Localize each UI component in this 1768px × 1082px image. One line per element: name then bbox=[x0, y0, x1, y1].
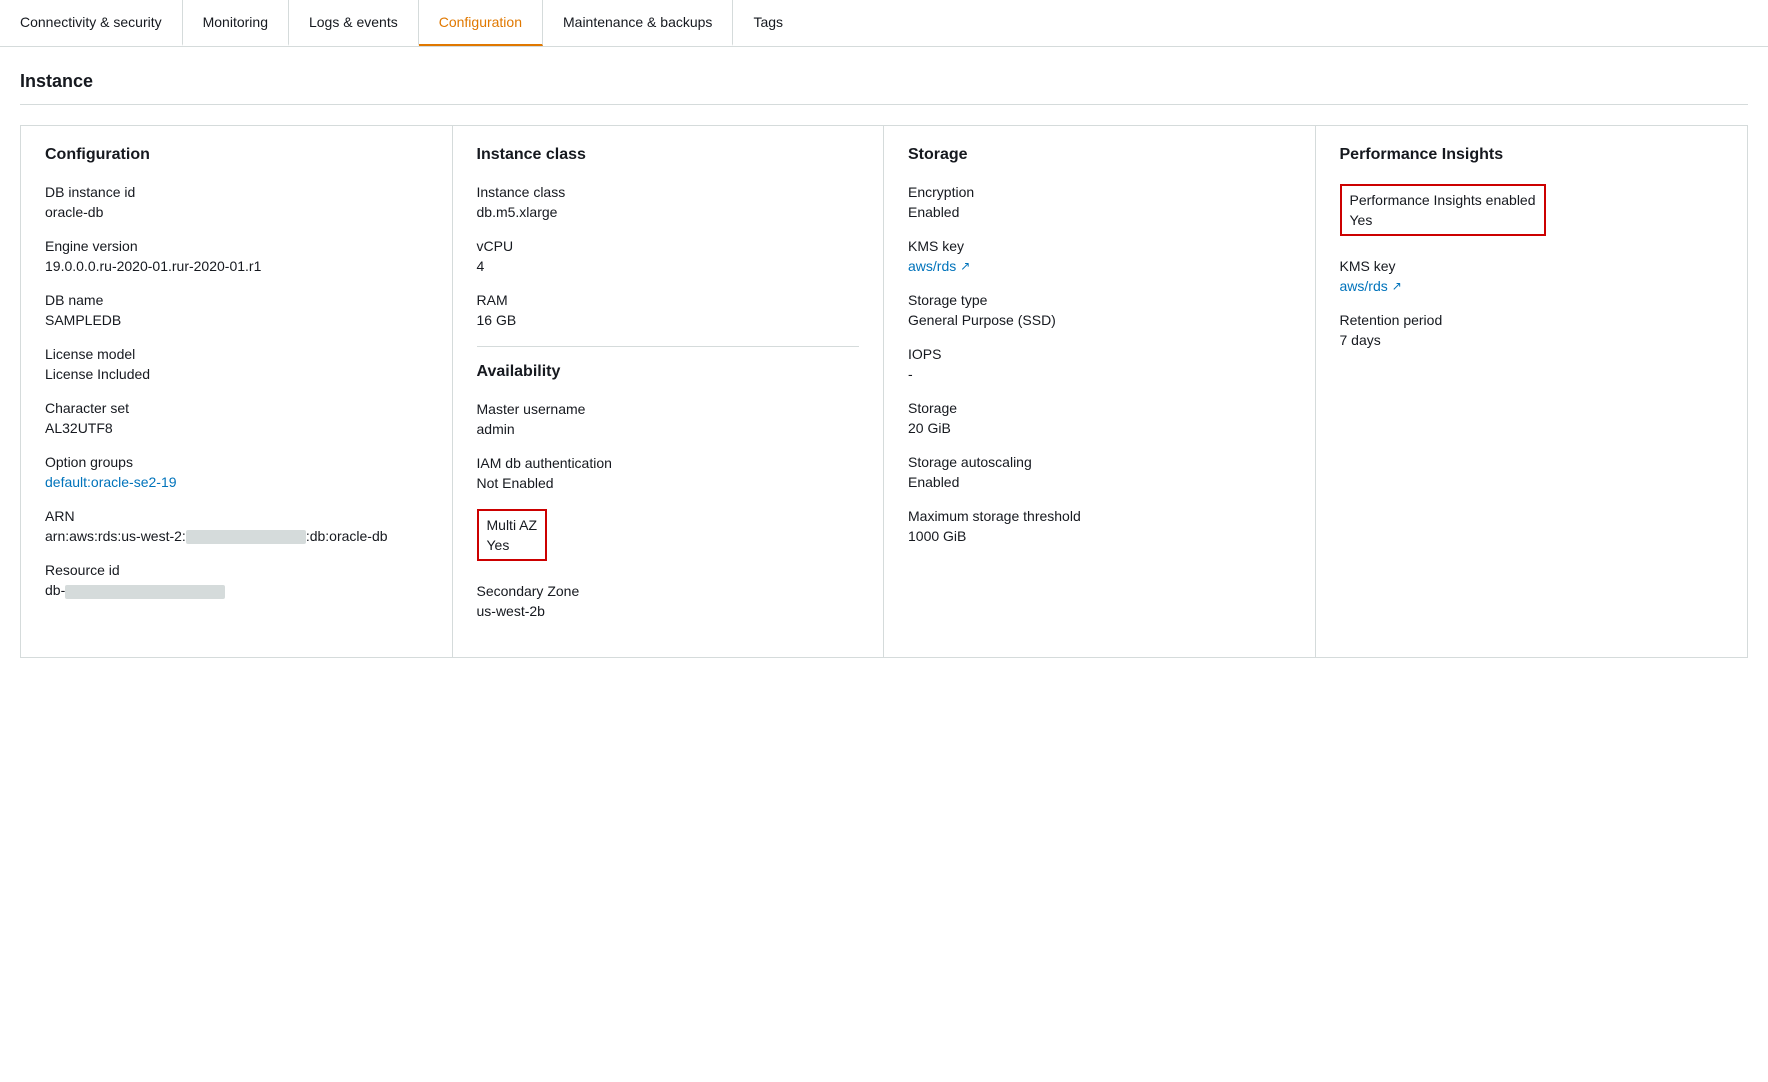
kms-key-storage-link[interactable]: aws/rds bbox=[908, 258, 956, 274]
option-groups-link[interactable]: default:oracle-se2-19 bbox=[45, 474, 177, 490]
external-link-icon-perf: ↗ bbox=[1392, 279, 1402, 293]
performance-col-title: Performance Insights bbox=[1340, 146, 1724, 164]
page-body: Instance Configuration DB instance id or… bbox=[0, 47, 1768, 682]
field-arn: ARN arn:aws:rds:us-west-2::db:oracle-db bbox=[45, 508, 428, 544]
tab-tags[interactable]: Tags bbox=[733, 0, 803, 46]
field-iops: IOPS - bbox=[908, 346, 1291, 382]
field-character-set: Character set AL32UTF8 bbox=[45, 400, 428, 436]
tab-connectivity[interactable]: Connectivity & security bbox=[0, 0, 183, 46]
field-engine-version: Engine version 19.0.0.0.ru-2020-01.rur-2… bbox=[45, 238, 428, 274]
performance-column: Performance Insights Performance Insight… bbox=[1316, 126, 1748, 657]
field-storage-autoscaling: Storage autoscaling Enabled bbox=[908, 454, 1291, 490]
field-master-username: Master username admin bbox=[477, 401, 860, 437]
field-db-name: DB name SAMPLEDB bbox=[45, 292, 428, 328]
tab-monitoring[interactable]: Monitoring bbox=[183, 0, 289, 46]
field-license-model: License model License Included bbox=[45, 346, 428, 382]
tab-logs[interactable]: Logs & events bbox=[289, 0, 419, 46]
instance-class-column: Instance class Instance class db.m5.xlar… bbox=[453, 126, 885, 657]
field-encryption: Encryption Enabled bbox=[908, 184, 1291, 220]
field-secondary-zone: Secondary Zone us-west-2b bbox=[477, 583, 860, 619]
instance-class-col-title: Instance class bbox=[477, 146, 860, 164]
field-kms-key-performance: KMS key aws/rds ↗ bbox=[1340, 258, 1724, 294]
field-max-storage-threshold: Maximum storage threshold 1000 GiB bbox=[908, 508, 1291, 544]
field-kms-key-storage: KMS key aws/rds ↗ bbox=[908, 238, 1291, 274]
field-ram: RAM 16 GB bbox=[477, 292, 860, 328]
section-title: Instance bbox=[20, 71, 1748, 105]
external-link-icon: ↗ bbox=[960, 259, 970, 273]
field-retention-period: Retention period 7 days bbox=[1340, 312, 1724, 348]
field-storage-size: Storage 20 GiB bbox=[908, 400, 1291, 436]
field-storage-type: Storage type General Purpose (SSD) bbox=[908, 292, 1291, 328]
tab-bar: Connectivity & security Monitoring Logs … bbox=[0, 0, 1768, 47]
availability-col-title: Availability bbox=[477, 363, 860, 381]
field-db-instance-id: DB instance id oracle-db bbox=[45, 184, 428, 220]
multi-az-highlight: Multi AZ Yes bbox=[477, 509, 548, 561]
field-resource-id: Resource id db- bbox=[45, 562, 428, 598]
tab-configuration[interactable]: Configuration bbox=[419, 0, 543, 46]
field-instance-class: Instance class db.m5.xlarge bbox=[477, 184, 860, 220]
performance-insights-highlight: Performance Insights enabled Yes bbox=[1340, 184, 1546, 236]
field-iam-auth: IAM db authentication Not Enabled bbox=[477, 455, 860, 491]
tab-maintenance[interactable]: Maintenance & backups bbox=[543, 0, 733, 46]
availability-divider bbox=[477, 346, 860, 347]
configuration-col-title: Configuration bbox=[45, 146, 428, 164]
instance-grid: Configuration DB instance id oracle-db E… bbox=[20, 125, 1748, 658]
storage-column: Storage Encryption Enabled KMS key aws/r… bbox=[884, 126, 1316, 657]
kms-key-performance-link[interactable]: aws/rds bbox=[1340, 278, 1388, 294]
field-vcpu: vCPU 4 bbox=[477, 238, 860, 274]
field-performance-insights-enabled: Performance Insights enabled Yes bbox=[1340, 184, 1724, 240]
field-option-groups: Option groups default:oracle-se2-19 bbox=[45, 454, 428, 490]
configuration-column: Configuration DB instance id oracle-db E… bbox=[21, 126, 453, 657]
field-multi-az: Multi AZ Yes bbox=[477, 509, 860, 565]
storage-col-title: Storage bbox=[908, 146, 1291, 164]
